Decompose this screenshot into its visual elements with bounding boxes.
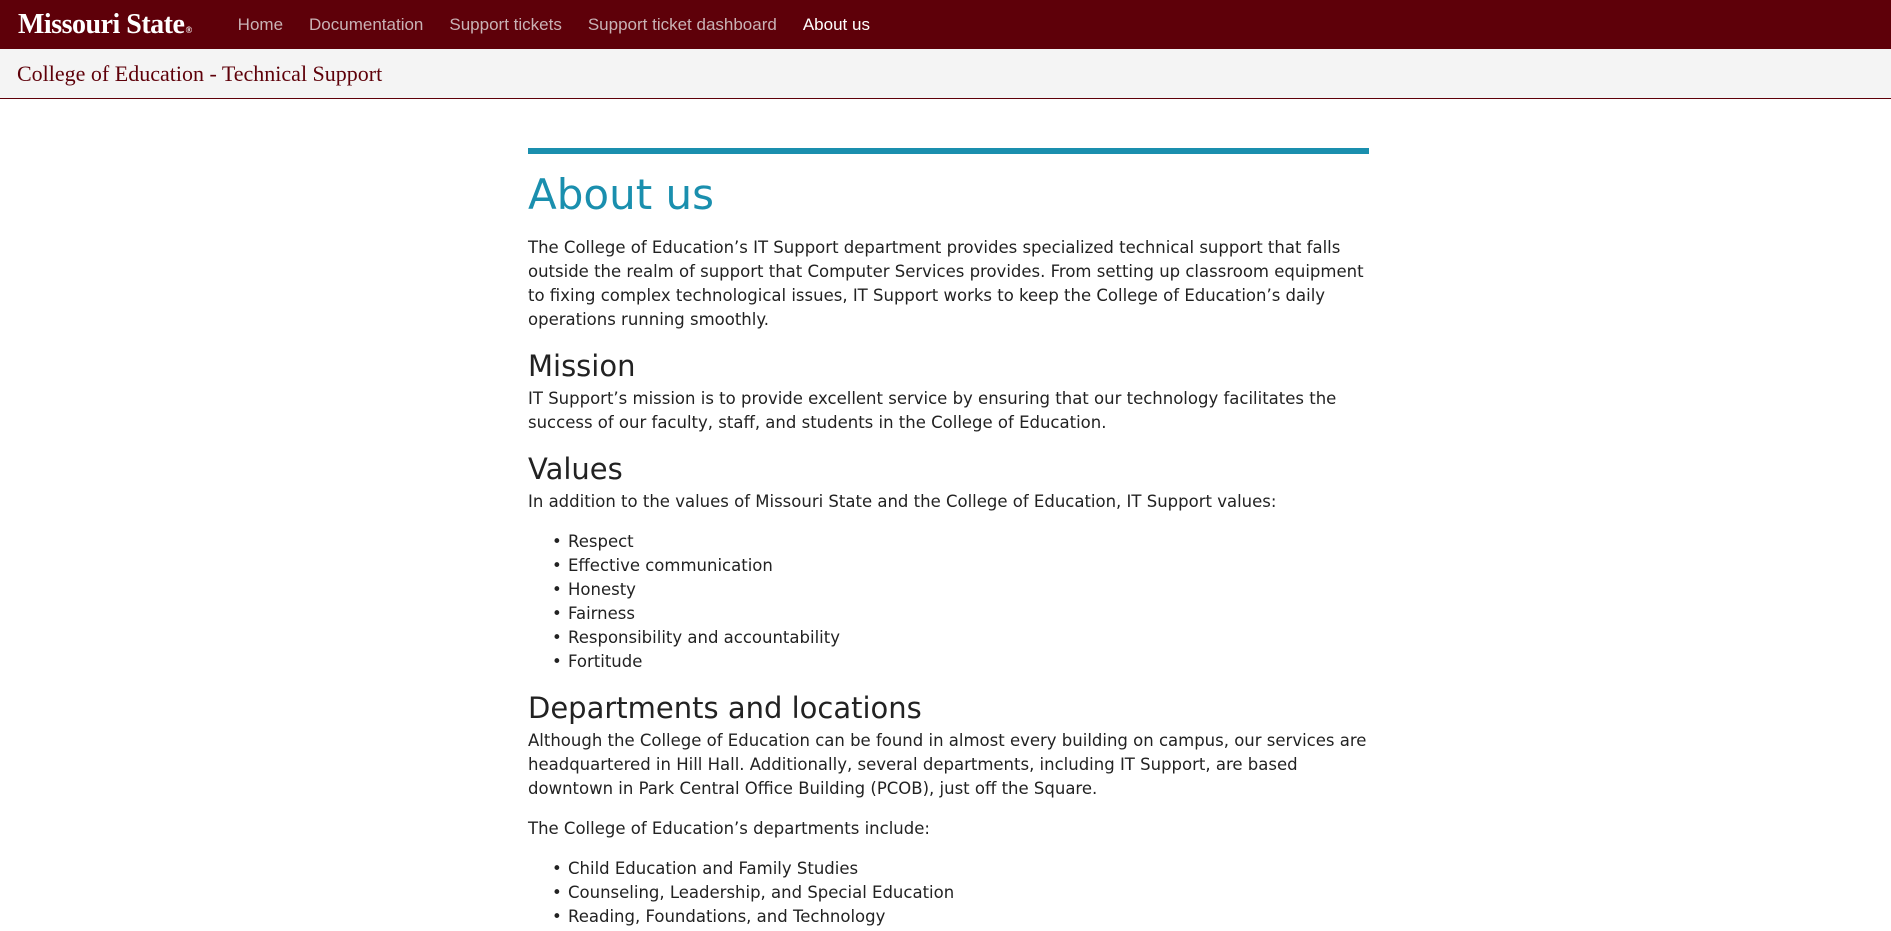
site-subheader: College of Education - Technical Support — [0, 49, 1891, 99]
brand-name: Missouri State — [18, 8, 185, 40]
top-navigation-bar: Missouri State® Home Documentation Suppo… — [0, 0, 1891, 49]
list-item: Responsibility and accountability — [552, 626, 1369, 650]
values-list: Respect Effective communication Honesty … — [528, 530, 1369, 674]
departments-intro: The College of Education’s departments i… — [528, 819, 930, 838]
nav-link-home[interactable]: Home — [238, 15, 283, 35]
nav-link-support-ticket-dashboard[interactable]: Support ticket dashboard — [588, 15, 777, 35]
list-item: Fairness — [552, 602, 1369, 626]
values-intro: In addition to the values of Missouri St… — [528, 492, 1277, 511]
list-item: Respect — [552, 530, 1369, 554]
main-content: About us The College of Education’s IT S… — [528, 148, 1369, 929]
departments-paragraph: Although the College of Education can be… — [528, 731, 1367, 798]
list-item: Honesty — [552, 578, 1369, 602]
mission-paragraph: IT Support’s mission is to provide excel… — [528, 389, 1337, 432]
list-item: Counseling, Leadership, and Special Educ… — [552, 881, 1369, 905]
nav-link-support-tickets[interactable]: Support tickets — [449, 15, 561, 35]
values-heading: Values — [528, 452, 623, 486]
list-item: Effective communication — [552, 554, 1369, 578]
list-item: Reading, Foundations, and Technology — [552, 905, 1369, 929]
intro-paragraph: The College of Education’s IT Support de… — [528, 238, 1364, 329]
departments-list: Child Education and Family Studies Couns… — [528, 857, 1369, 929]
site-title[interactable]: College of Education - Technical Support — [17, 61, 382, 87]
list-item: Child Education and Family Studies — [552, 857, 1369, 881]
brand-registered-mark: ® — [185, 24, 192, 35]
list-item: Fortitude — [552, 650, 1369, 674]
nav-link-about-us[interactable]: About us — [803, 15, 870, 35]
mission-heading: Mission — [528, 349, 636, 383]
missouri-state-logo[interactable]: Missouri State® — [18, 9, 192, 41]
nav-link-documentation[interactable]: Documentation — [309, 15, 423, 35]
departments-heading: Departments and locations — [528, 691, 922, 725]
page-title: About us — [528, 170, 715, 219]
accent-divider — [528, 148, 1369, 154]
